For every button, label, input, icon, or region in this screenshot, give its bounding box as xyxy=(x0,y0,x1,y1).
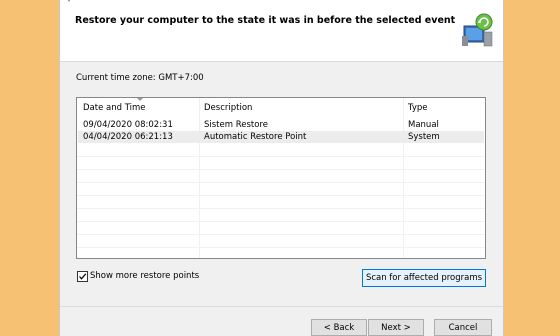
row-rule xyxy=(77,195,485,196)
system-restore-icon xyxy=(68,0,70,2)
row-rule xyxy=(77,234,485,235)
table-row[interactable]: 09/04/2020 08:02:31 Sistem Restore Manua… xyxy=(78,119,484,131)
back-button[interactable]: < Back xyxy=(311,319,367,336)
row-description: Automatic Restore Point xyxy=(204,132,307,142)
row-type: System xyxy=(408,132,440,142)
table-row[interactable]: 04/04/2020 06:21:13 Automatic Restore Po… xyxy=(78,131,484,143)
timezone-label: Current time zone: GMT+7:00 xyxy=(76,73,204,83)
page-title: Restore your computer to the state it wa… xyxy=(75,15,456,26)
row-rule xyxy=(77,156,485,157)
column-header-date[interactable]: Date and Time xyxy=(83,103,146,113)
column-header-description[interactable]: Description xyxy=(204,103,252,113)
row-rule xyxy=(77,169,485,170)
row-rule xyxy=(77,182,485,183)
row-rule xyxy=(77,247,485,248)
restore-points-list[interactable]: Date and Time Description Type 09/04/202… xyxy=(76,97,486,259)
footer-divider xyxy=(60,306,503,307)
row-type: Manual xyxy=(408,120,439,130)
row-rule xyxy=(77,208,485,209)
system-restore-window: Restore your computer to the state it wa… xyxy=(59,0,504,336)
row-description: Sistem Restore xyxy=(204,120,268,130)
row-rule xyxy=(77,221,485,222)
checkmark-icon xyxy=(79,273,87,280)
column-header-type[interactable]: Type xyxy=(408,103,428,113)
next-button[interactable]: Next > xyxy=(368,319,424,336)
sort-indicator-icon xyxy=(137,98,143,101)
system-restore-wizard-icon xyxy=(462,13,493,47)
cancel-button[interactable]: Cancel xyxy=(434,319,492,336)
wizard-header: Restore your computer to the state it wa… xyxy=(60,0,503,62)
show-more-checkbox[interactable] xyxy=(77,271,88,282)
scan-affected-programs-button[interactable]: Scan for affected programs xyxy=(362,269,486,287)
row-date: 04/04/2020 06:21:13 xyxy=(83,132,173,142)
row-date: 09/04/2020 08:02:31 xyxy=(83,120,173,130)
show-more-label[interactable]: Show more restore points xyxy=(90,271,199,281)
